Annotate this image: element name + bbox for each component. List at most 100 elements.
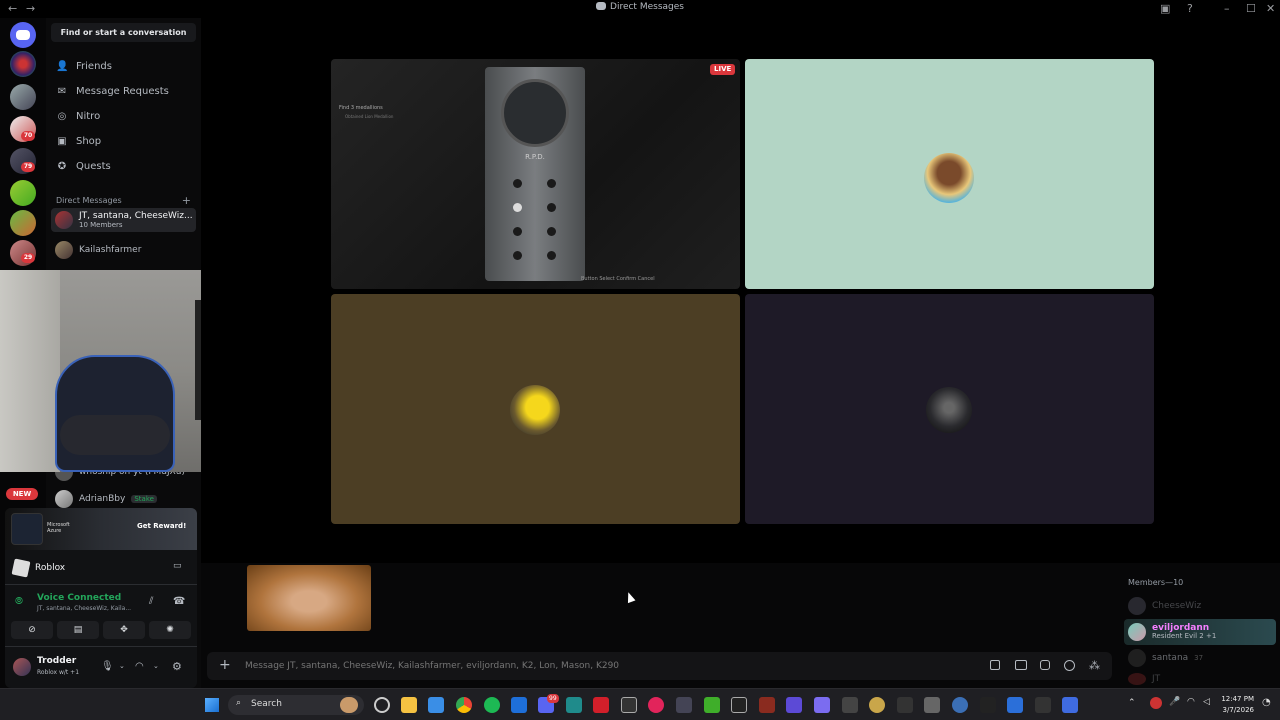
notification-bell-icon[interactable]: ◔ [1262, 697, 1271, 708]
app-icon[interactable] [648, 697, 664, 713]
taskbar-search[interactable]: ⌕ Search [228, 695, 364, 715]
app-icon[interactable] [1035, 697, 1051, 713]
app-icon[interactable] [786, 697, 802, 713]
heart-hands-gif[interactable] [247, 565, 371, 631]
avatar [55, 490, 73, 508]
new-badge: NEW [6, 488, 38, 500]
app-icon[interactable] [676, 697, 692, 713]
add-attachment-icon[interactable]: + [219, 657, 231, 673]
server-icon[interactable] [10, 51, 36, 77]
microphone-icon[interactable]: 🎤 [1169, 697, 1180, 707]
app-icon[interactable] [759, 697, 775, 713]
windows-start-icon[interactable] [205, 698, 219, 712]
tray-chevron-icon[interactable]: ⌃ [1128, 698, 1136, 708]
photos-icon[interactable] [428, 697, 444, 713]
clock-time[interactable]: 12:47 PM [1218, 695, 1254, 703]
clock-date[interactable]: 3/7/2026 [1216, 706, 1254, 714]
gift-icon[interactable] [990, 660, 1000, 670]
rpd-emblem-icon [501, 79, 569, 147]
maximize-icon[interactable]: ☐ [1246, 2, 1256, 15]
media-icon[interactable] [593, 697, 609, 713]
stream-tile-game[interactable]: Find 3 medallions Obtained Lion Medallio… [331, 59, 740, 289]
disconnect-icon[interactable]: ☎ [173, 596, 185, 607]
notification-badge: 79 [21, 162, 35, 172]
nav-item-nitro[interactable]: ◎ Nitro [56, 107, 101, 125]
app-icon[interactable] [924, 697, 940, 713]
wifi-icon[interactable]: ◠ [1187, 697, 1195, 707]
settings-gear-icon[interactable]: ⚙ [172, 660, 182, 673]
screen-share-button[interactable]: ▤ [57, 621, 99, 639]
activities-button[interactable]: ✥ [103, 621, 145, 639]
nav-item-friends[interactable]: 👤 Friends [56, 57, 112, 75]
chrome-icon[interactable] [456, 697, 472, 713]
chevron-down-icon[interactable]: ⌄ [153, 662, 159, 670]
member-item-active[interactable]: eviljordann Resident Evil 2 +1 [1124, 619, 1276, 645]
app-icon[interactable] [621, 697, 637, 713]
app-icon[interactable] [814, 697, 830, 713]
dm-item-group[interactable]: JT, santana, CheeseWiz... 10 Members [51, 208, 196, 232]
help-icon[interactable]: ? [1187, 2, 1193, 15]
app-icon[interactable] [1062, 697, 1078, 713]
tray-app-icon[interactable] [1150, 697, 1162, 709]
taskbar-badge: 99 [547, 694, 559, 703]
participant-tile[interactable] [745, 59, 1154, 289]
close-icon[interactable]: ✕ [1266, 2, 1275, 15]
game-keypad-device: R.P.D. [485, 67, 585, 281]
discord-logo-icon [596, 2, 607, 10]
inbox-icon[interactable]: ▣ [1160, 2, 1170, 15]
get-reward-button[interactable]: Get Reward! [137, 522, 186, 530]
app-icon[interactable] [566, 697, 582, 713]
member-name: JT [1152, 674, 1161, 684]
voice-channel[interactable]: JT, santana, CheeseWiz, Kaila... [37, 605, 131, 612]
dm-header-label: Direct Messages [56, 196, 122, 205]
stream-icon[interactable]: ▭ [173, 561, 182, 571]
apps-icon[interactable]: ⁂ [1089, 659, 1100, 672]
activity-row[interactable]: Roblox [11, 558, 65, 578]
app-icon[interactable] [731, 697, 747, 713]
divider [5, 646, 197, 647]
app-icon[interactable] [704, 697, 720, 713]
minimize-icon[interactable]: – [1224, 2, 1230, 15]
server-icon[interactable] [10, 210, 36, 236]
nav-item-quests[interactable]: ✪ Quests [56, 157, 111, 175]
dm-item[interactable]: Kailashfarmer [51, 238, 196, 262]
keypad-button [513, 203, 522, 212]
headphones-icon[interactable]: ◠ [135, 661, 144, 672]
member-item[interactable]: JT [1128, 673, 1160, 685]
file-explorer-icon[interactable] [401, 697, 417, 713]
find-conversation-button[interactable]: Find or start a conversation [51, 23, 196, 42]
app-icon[interactable] [980, 697, 996, 713]
camera-off-button[interactable]: ⊘ [11, 621, 53, 639]
soundboard-button[interactable]: ✺ [149, 621, 191, 639]
mail-icon: ✉ [57, 85, 67, 97]
keypad-button [513, 227, 522, 236]
spotify-icon[interactable] [484, 697, 500, 713]
member-item[interactable]: CheeseWiz [1128, 597, 1201, 615]
add-dm-icon[interactable]: + [182, 194, 191, 207]
app-icon[interactable] [869, 697, 885, 713]
gif-icon[interactable] [1015, 660, 1027, 670]
app-icon[interactable] [952, 697, 968, 713]
nav-item-shop[interactable]: ▣ Shop [56, 132, 101, 150]
noise-suppression-icon[interactable]: ⫽ [149, 596, 153, 607]
sticker-icon[interactable] [1040, 660, 1050, 670]
nav-item-message-requests[interactable]: ✉ Message Requests [56, 82, 169, 100]
server-icon[interactable] [10, 180, 36, 206]
user-avatar[interactable] [13, 658, 31, 676]
promo-banner[interactable]: Microsoft Azure Get Reward! [5, 508, 197, 550]
member-item[interactable]: santana 37 [1128, 649, 1203, 667]
app-icon[interactable] [842, 697, 858, 713]
app-icon[interactable] [897, 697, 913, 713]
discord-home-button[interactable] [10, 22, 36, 48]
server-icon[interactable] [10, 84, 36, 110]
message-input[interactable] [245, 656, 945, 676]
editor-icon[interactable] [511, 697, 527, 713]
microphone-icon[interactable]: 🎙 [101, 661, 114, 672]
app-icon[interactable] [1007, 697, 1023, 713]
participant-tile[interactable] [331, 294, 740, 524]
copilot-icon[interactable] [374, 697, 390, 713]
volume-icon[interactable]: ◁ [1203, 697, 1210, 707]
emoji-icon[interactable] [1064, 660, 1075, 671]
participant-tile[interactable] [745, 294, 1154, 524]
chevron-down-icon[interactable]: ⌄ [119, 662, 125, 670]
